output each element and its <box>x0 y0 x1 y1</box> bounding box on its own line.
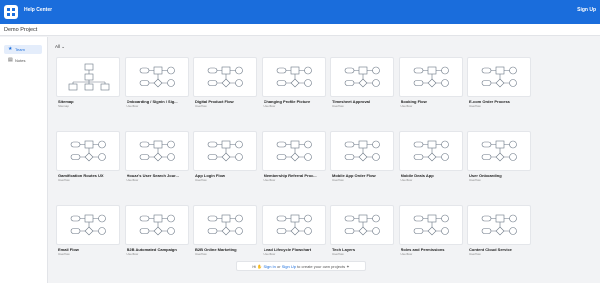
card-subtitle: Userflow <box>332 252 344 256</box>
project-card[interactable]: Onboarding / Signin / Sig... Userflow <box>124 57 189 121</box>
card-subtitle: Userflow <box>195 252 207 256</box>
project-card[interactable]: E-com Order Process Userflow <box>467 57 531 121</box>
sidebar-item-label: Notes <box>15 58 26 63</box>
flowchart-thumbnail[interactable] <box>261 131 326 171</box>
card-subtitle: Userflow <box>332 178 344 182</box>
project-card[interactable]: Booking Flow Userflow <box>398 57 463 121</box>
banner-prefix: Hi <box>252 264 257 269</box>
flowchart-thumbnail[interactable] <box>261 205 326 245</box>
project-card[interactable]: Gamification Routes UX Userflow <box>56 131 120 195</box>
flowchart-thumbnail[interactable] <box>398 131 463 171</box>
sidebar-item-label: Team <box>15 47 25 52</box>
flowchart-thumbnail[interactable] <box>193 131 257 171</box>
card-subtitle: Userflow <box>195 178 207 182</box>
sidebar-item-notes[interactable]: ▤ Notes <box>4 56 42 65</box>
project-card[interactable]: Roles and Permissions Userflow <box>398 205 463 269</box>
flowchart-thumbnail[interactable] <box>467 57 531 97</box>
flowchart-thumbnail[interactable] <box>467 205 531 245</box>
card-subtitle: Userflow <box>126 178 139 182</box>
flowchart-thumbnail[interactable] <box>56 205 120 245</box>
card-subtitle: Userflow <box>263 252 276 256</box>
card-subtitle: Userflow <box>400 252 413 256</box>
project-card[interactable]: Tech Layers Userflow <box>330 205 394 269</box>
project-card[interactable]: Digital Product Flow Userflow <box>193 57 257 121</box>
project-card[interactable]: Mobile App Order Flow Userflow <box>330 131 394 195</box>
flowchart-thumbnail[interactable] <box>124 131 189 171</box>
card-subtitle: Userflow <box>263 104 276 108</box>
project-card[interactable]: Houzz's User Search Jour... Userflow <box>124 131 189 195</box>
flowchart-thumbnail[interactable] <box>330 205 394 245</box>
card-subtitle: Userflow <box>332 104 344 108</box>
party-icon: ✦ <box>346 264 350 269</box>
project-card[interactable]: User Onboarding Userflow <box>467 131 531 195</box>
card-subtitle: Userflow <box>195 104 207 108</box>
sitemap-thumbnail[interactable] <box>56 57 120 97</box>
note-icon: ▤ <box>8 57 13 63</box>
top-bar: Help Center Sign Up <box>0 0 600 24</box>
star-icon: ★ <box>8 46 13 52</box>
card-subtitle: Sitemap <box>58 104 70 108</box>
card-subtitle: Userflow <box>469 104 481 108</box>
flowchart-thumbnail[interactable] <box>398 57 463 97</box>
project-card[interactable]: Sitemap Sitemap <box>56 57 120 121</box>
flowchart-thumbnail[interactable] <box>193 57 257 97</box>
banner-suffix: to create your own projects <box>297 264 346 269</box>
project-card[interactable]: Content Cloud Service Userflow <box>467 205 531 269</box>
project-card[interactable]: Timesheet Approval Userflow <box>330 57 394 121</box>
flowchart-thumbnail[interactable] <box>330 57 394 97</box>
flowchart-thumbnail[interactable] <box>56 131 120 171</box>
flowchart-thumbnail[interactable] <box>398 205 463 245</box>
sign-up-button[interactable]: Sign Up <box>577 7 596 13</box>
flowchart-thumbnail[interactable] <box>467 131 531 171</box>
card-subtitle: Userflow <box>400 104 413 108</box>
card-subtitle: Userflow <box>400 178 413 182</box>
project-card[interactable]: Changing Profile Picture Userflow <box>261 57 326 121</box>
flowchart-thumbnail[interactable] <box>124 205 189 245</box>
filter-dropdown[interactable]: All ⌄ <box>55 44 65 50</box>
project-card[interactable]: Mobile Deals App Userflow <box>398 131 463 195</box>
project-card[interactable]: B2B Automated Campaign Userflow <box>124 205 189 269</box>
help-center-link[interactable]: Help Center <box>24 7 52 13</box>
card-subtitle: Userflow <box>126 104 139 108</box>
project-card[interactable]: Membership Referral Proc... Userflow <box>261 131 326 195</box>
banner-or: or <box>277 264 281 269</box>
card-subtitle: Userflow <box>58 252 70 256</box>
wave-icon: ✋ <box>257 264 263 269</box>
signin-banner: Hi ✋ Sign In or Sign Up to create your o… <box>236 261 366 271</box>
flowchart-thumbnail[interactable] <box>124 57 189 97</box>
card-subtitle: Userflow <box>469 252 481 256</box>
sign-up-link[interactable]: Sign Up <box>282 264 296 269</box>
sidebar-item-team[interactable]: ★ Team <box>4 45 42 54</box>
flowchart-thumbnail[interactable] <box>330 131 394 171</box>
flowchart-thumbnail[interactable] <box>193 205 257 245</box>
card-subtitle: Userflow <box>126 252 139 256</box>
project-card[interactable]: B2B Online Marketing Userflow <box>193 205 257 269</box>
card-subtitle: Userflow <box>58 178 70 182</box>
sidebar: ★ Team ▤ Notes <box>0 37 48 283</box>
sign-in-link[interactable]: Sign In <box>263 264 275 269</box>
flowchart-thumbnail[interactable] <box>261 57 326 97</box>
filter-label: All <box>55 44 61 49</box>
card-subtitle: Userflow <box>469 178 481 182</box>
chevron-down-icon: ⌄ <box>61 44 66 49</box>
project-card[interactable]: Email Flow Userflow <box>56 205 120 269</box>
project-card[interactable]: App Login Flow Userflow <box>193 131 257 195</box>
project-card[interactable]: Lead Lifecycle Flowchart Userflow <box>261 205 326 269</box>
app-logo-icon[interactable] <box>4 5 18 19</box>
project-title: Demo Project <box>0 24 600 36</box>
card-subtitle: Userflow <box>263 178 276 182</box>
